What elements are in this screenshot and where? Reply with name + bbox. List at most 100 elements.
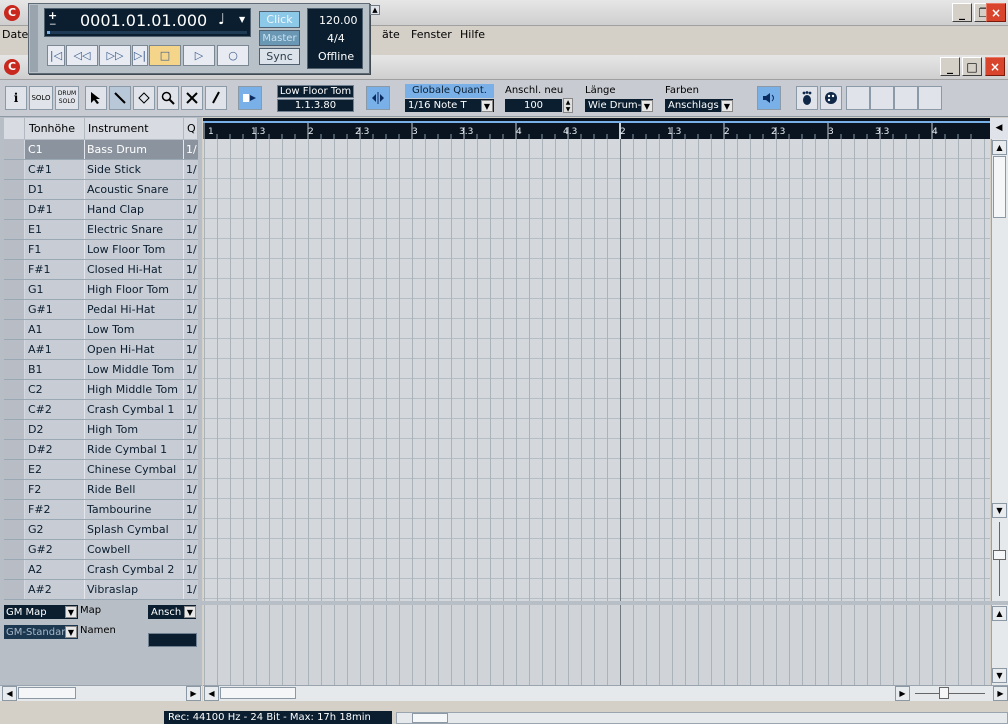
row-instrument[interactable]: Crash Cymbal 2 bbox=[85, 560, 184, 579]
drum-list-row[interactable]: F1 Low Floor Tom 1/ bbox=[4, 240, 198, 260]
row-instrument[interactable]: High Floor Tom bbox=[85, 280, 184, 299]
row-quantize[interactable]: 1/ bbox=[184, 520, 198, 539]
tempo-value[interactable]: 120.00 bbox=[319, 14, 358, 27]
menu-item-geraete[interactable]: äte bbox=[382, 28, 400, 41]
drum-solo-button[interactable]: DRUM SOLO bbox=[55, 86, 79, 110]
master-button[interactable]: Master bbox=[259, 30, 300, 46]
row-instrument[interactable]: Pedal Hi-Hat bbox=[85, 300, 184, 319]
row-mute-cell[interactable] bbox=[4, 140, 25, 159]
row-instrument[interactable]: Low Floor Tom bbox=[85, 240, 184, 259]
h-zoom-thumb[interactable] bbox=[939, 687, 949, 699]
drum-list-row[interactable]: C#1 Side Stick 1/ bbox=[4, 160, 198, 180]
toolbar-slot-1[interactable] bbox=[846, 86, 870, 110]
controller-lane[interactable] bbox=[203, 605, 990, 685]
mute-tool-icon[interactable] bbox=[181, 86, 203, 110]
row-instrument[interactable]: Side Stick bbox=[85, 160, 184, 179]
row-instrument[interactable]: Ride Bell bbox=[85, 480, 184, 499]
row-instrument[interactable]: Tambourine bbox=[85, 500, 184, 519]
menu-item-hilfe[interactable]: Hilfe bbox=[460, 28, 485, 41]
click-button[interactable]: Click bbox=[259, 11, 300, 28]
controller-value-box[interactable] bbox=[148, 633, 197, 647]
drumstick-tool-icon[interactable] bbox=[109, 86, 131, 110]
grid-zoom-right-icon[interactable]: ▶ bbox=[993, 686, 1008, 701]
list-scroll-right-icon[interactable]: ▶ bbox=[186, 686, 201, 701]
foot-icon[interactable] bbox=[796, 86, 818, 110]
editor-minimize-button[interactable]: _ bbox=[940, 57, 960, 76]
row-quantize[interactable]: 1/ bbox=[184, 500, 198, 519]
row-quantize[interactable]: 1/ bbox=[184, 200, 198, 219]
row-instrument[interactable]: Cowbell bbox=[85, 540, 184, 559]
vertical-scroll-thumb[interactable] bbox=[993, 156, 1006, 218]
drum-list-row[interactable]: A#2 Vibraslap 1/ bbox=[4, 580, 198, 600]
row-mute-cell[interactable] bbox=[4, 400, 25, 419]
app-close-button[interactable]: × bbox=[986, 3, 1006, 22]
list-scroll-thumb[interactable] bbox=[18, 687, 76, 699]
drum-list-row[interactable]: F2 Ride Bell 1/ bbox=[4, 480, 198, 500]
row-mute-cell[interactable] bbox=[4, 180, 25, 199]
ruler-scroll-icon[interactable]: ◀ bbox=[990, 118, 1008, 139]
row-mute-cell[interactable] bbox=[4, 460, 25, 479]
row-quantize[interactable]: 1/ bbox=[184, 240, 198, 259]
row-mute-cell[interactable] bbox=[4, 480, 25, 499]
row-instrument[interactable]: High Tom bbox=[85, 420, 184, 439]
drum-event-grid[interactable] bbox=[203, 139, 990, 601]
toolbar-slot-2[interactable] bbox=[870, 86, 894, 110]
row-instrument[interactable]: Low Middle Tom bbox=[85, 360, 184, 379]
row-mute-cell[interactable] bbox=[4, 540, 25, 559]
autoscroll-icon[interactable] bbox=[238, 86, 262, 110]
row-mute-cell[interactable] bbox=[4, 200, 25, 219]
row-mute-cell[interactable] bbox=[4, 260, 25, 279]
row-instrument[interactable]: Chinese Cymbal bbox=[85, 460, 184, 479]
row-quantize[interactable]: 1/ bbox=[184, 180, 198, 199]
row-mute-cell[interactable] bbox=[4, 500, 25, 519]
row-instrument[interactable]: Acoustic Snare bbox=[85, 180, 184, 199]
row-instrument[interactable]: Splash Cymbal bbox=[85, 520, 184, 539]
zoom-tool-icon[interactable] bbox=[157, 86, 179, 110]
row-mute-cell[interactable] bbox=[4, 580, 25, 599]
forward-to-end-icon[interactable]: ▷| bbox=[132, 45, 148, 66]
toolbar-slot-3[interactable] bbox=[894, 86, 918, 110]
row-quantize[interactable]: 1/ bbox=[184, 560, 198, 579]
drum-list-row[interactable]: D#2 Ride Cymbal 1 1/ bbox=[4, 440, 198, 460]
signature-value[interactable]: 4/4 bbox=[327, 32, 345, 45]
transport-close-icon[interactable]: ▲ bbox=[370, 5, 380, 15]
zoom-slider-thumb[interactable] bbox=[993, 550, 1006, 560]
row-mute-cell[interactable] bbox=[4, 420, 25, 439]
vertical-zoom-slider[interactable] bbox=[993, 520, 1006, 600]
drum-list-row[interactable]: G1 High Floor Tom 1/ bbox=[4, 280, 198, 300]
rewind-icon[interactable]: ◁◁ bbox=[66, 45, 98, 66]
drum-list-row[interactable]: C#2 Crash Cymbal 1 1/ bbox=[4, 400, 198, 420]
row-quantize[interactable]: 1/ bbox=[184, 300, 198, 319]
arrow-tool-icon[interactable] bbox=[85, 86, 107, 110]
names-dropdown-icon[interactable]: ▼ bbox=[65, 626, 77, 638]
row-mute-cell[interactable] bbox=[4, 380, 25, 399]
drum-list-row[interactable]: G#2 Cowbell 1/ bbox=[4, 540, 198, 560]
pitch-column-header[interactable]: Tonhöhe bbox=[25, 118, 85, 139]
grid-scroll-right-icon[interactable]: ▶ bbox=[895, 686, 910, 701]
row-quantize[interactable]: 1/ bbox=[184, 440, 198, 459]
row-quantize[interactable]: 1/ bbox=[184, 260, 198, 279]
drum-list-row[interactable]: D1 Acoustic Snare 1/ bbox=[4, 180, 198, 200]
velocity-input[interactable]: 100 bbox=[505, 99, 562, 112]
row-quantize[interactable]: 1/ bbox=[184, 360, 198, 379]
drum-list-row[interactable]: A#1 Open Hi-Hat 1/ bbox=[4, 340, 198, 360]
row-mute-cell[interactable] bbox=[4, 440, 25, 459]
row-quantize[interactable]: 1/ bbox=[184, 380, 198, 399]
play-button-icon[interactable]: ▷ bbox=[183, 45, 215, 66]
grid-horizontal-scrollbar[interactable] bbox=[203, 685, 1008, 701]
menu-item-fenster[interactable]: Fenster bbox=[411, 28, 452, 41]
drum-list-row[interactable]: A2 Crash Cymbal 2 1/ bbox=[4, 560, 198, 580]
length-dropdown-icon[interactable]: ▼ bbox=[641, 100, 653, 112]
position-value[interactable]: 0001.01.01.000 bbox=[80, 11, 207, 30]
rewind-to-start-icon[interactable]: |◁ bbox=[47, 45, 65, 66]
drum-list-row[interactable]: F#2 Tambourine 1/ bbox=[4, 500, 198, 520]
drum-list-row[interactable]: F#1 Closed Hi-Hat 1/ bbox=[4, 260, 198, 280]
row-instrument[interactable]: High Middle Tom bbox=[85, 380, 184, 399]
row-mute-cell[interactable] bbox=[4, 280, 25, 299]
snap-icon[interactable] bbox=[366, 86, 390, 110]
ruler[interactable]: 1 1.3 2 2.3 3 3.3 4 4.3 2 1.3 2 2.3 3 3.3 4 bbox=[203, 118, 990, 139]
map-dropdown-icon[interactable]: ▼ bbox=[65, 606, 77, 618]
row-quantize[interactable]: 1/ bbox=[184, 480, 198, 499]
scroll-down-icon[interactable]: ▼ bbox=[992, 503, 1007, 518]
pencil-tool-icon[interactable] bbox=[205, 86, 227, 110]
